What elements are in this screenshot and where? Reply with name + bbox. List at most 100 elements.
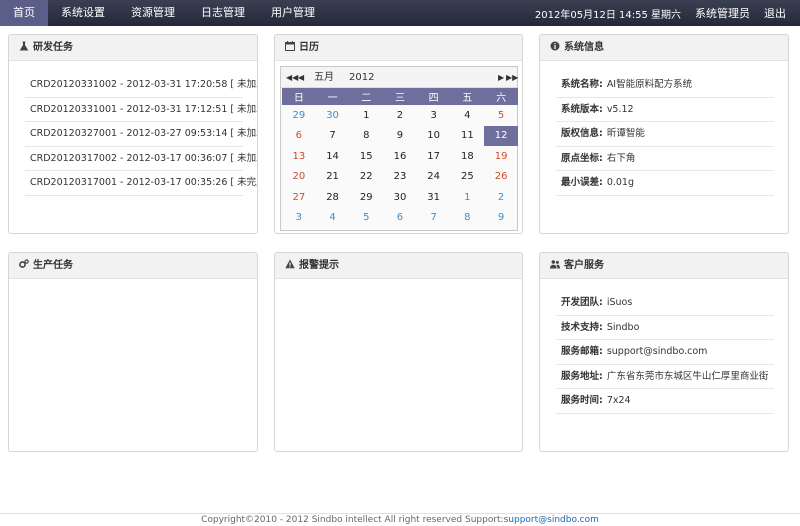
week-row: 20 21 22 23 24 25 26 [282,167,518,188]
calendar-day[interactable]: 6 [282,126,316,147]
calendar-day[interactable]: 21 [316,167,350,188]
week-row: 3456789 [282,208,518,229]
calendar-day[interactable]: 28 [316,187,350,208]
calendar-day[interactable]: 12 [484,125,518,146]
weekday-label: 三 [383,88,417,105]
info-row: 技术支持: Sindbo [556,316,774,340]
calendar-day[interactable]: 26 [484,167,518,188]
calendar-day[interactable]: 7 [417,208,451,229]
calendar-day[interactable]: 2 [383,105,417,126]
calendar-day[interactable]: 18 [451,146,485,167]
nav-item-4[interactable]: 用户管理 [258,0,328,26]
footer: Copyright©2010 - 2012 Sindbo intellect A… [0,513,800,526]
calendar-year[interactable]: 2012 [349,67,374,88]
dev-task-item[interactable]: CRD20120317001 - 2012-03-17 00:35:26 [ 未… [25,171,257,196]
calendar-day[interactable]: 6 [383,208,417,229]
nav-item-0[interactable]: 首页 [0,0,48,26]
support-email-link[interactable]: support@sindbo.com [504,515,599,525]
panel-header: 生产任务 [9,253,257,279]
info-value: 7x24 [606,395,631,406]
calendar-day[interactable]: 9 [383,126,417,147]
weekday-label: 四 [416,88,451,105]
info-label: 服务地址: [561,370,603,382]
weekday-label: 六 [484,88,518,105]
calendar-day[interactable]: 17 [417,146,451,167]
calendar-month[interactable]: 五月 [314,67,334,88]
nav-item-3[interactable]: 日志管理 [188,0,258,26]
current-datetime: 2012年05月12日 14:55 星期六 [534,9,681,21]
calendar-day[interactable]: 1 [349,105,383,126]
calendar-day[interactable]: 30 [383,187,417,208]
nav-item-2[interactable]: 资源管理 [118,0,188,26]
calendar-day[interactable]: 22 [349,167,383,188]
dev-task-item[interactable]: CRD20120331001 - 2012-03-31 17:12:51 [ 未… [25,98,257,122]
calendar-day[interactable]: 2 [484,187,518,208]
users-icon [550,260,560,269]
flask-icon [20,41,28,51]
weekday-label: 二 [349,88,384,105]
calendar-header: ◀◀ ◀ 五月 2012 ▶ ▶▶ [281,67,518,88]
panel-title: 报警提示 [299,260,339,271]
calendar-day[interactable]: 5 [484,105,518,126]
calendar-day[interactable]: 27 [282,187,316,208]
panel-title: 客户服务 [564,260,604,271]
calendar-icon [285,41,295,51]
dev-task-item[interactable]: CRD20120327001 - 2012-03-27 09:53:14 [ 未… [25,122,257,147]
calendar-widget: ◀◀ ◀ 五月 2012 ▶ ▶▶ 日一二三四五六 29 30 1 2 3 4 5 6 7 8 9 1… [280,66,518,231]
info-row: 开发团队: iSuos [556,291,774,316]
info-label: 原点坐标: [561,152,603,164]
weekday-row: 日一二三四五六 [282,88,518,105]
info-row: 系统版本: v5.12 [556,98,774,122]
calendar-day[interactable]: 1 [451,187,485,208]
calendar-day[interactable]: 3 [417,105,451,126]
calendar-day[interactable]: 30 [316,105,350,126]
main-nav: 首页 系统设置 资源管理 日志管理 用户管理 [0,0,328,26]
calendar-day[interactable]: 10 [417,126,451,147]
weekday-label: 五 [450,88,485,105]
info-label: 技术支持: [561,321,603,333]
panel-header: 报警提示 [275,253,522,279]
current-user[interactable]: 系统管理员 [695,5,750,21]
alarm-panel: 报警提示 [274,252,523,452]
calendar-day[interactable]: 24 [417,167,451,188]
calendar-day[interactable]: 11 [451,126,485,147]
calendar-day[interactable]: 4 [451,105,485,126]
weekday-label: 一 [315,88,350,105]
logout-link[interactable]: 退出 [764,5,786,21]
calendar-day[interactable]: 7 [316,126,350,147]
calendar-day[interactable]: 20 [282,167,316,188]
prev-month-button[interactable]: ◀ [298,67,304,88]
panel-header: 系统信息 [540,35,788,61]
calendar-day[interactable]: 29 [282,105,316,126]
calendar-day[interactable]: 9 [484,208,518,229]
calendar-day[interactable]: 4 [316,208,350,229]
dev-task-item[interactable]: CRD20120331002 - 2012-03-31 17:20:58 [ 未… [25,73,257,98]
info-value: iSuos [606,297,633,308]
info-value: 0.01g [606,177,634,188]
prev-year-button[interactable]: ◀◀ [286,67,298,88]
calendar-day[interactable]: 31 [417,187,451,208]
nav-item-1[interactable]: 系统设置 [48,0,118,26]
info-value: 昕谭智能 [606,128,645,139]
calendar-day[interactable]: 16 [383,146,417,167]
calendar-day[interactable]: 14 [316,146,350,167]
dev-tasks-panel: 研发任务 CRD20120331002 - 2012-03-31 17:20:5… [8,34,258,234]
system-info-list: 系统名称: AI智能原料配方系统 系统版本: v5.12 版权信息: 昕谭智能 原点坐标: 右… [556,73,774,196]
calendar-day[interactable]: 8 [349,126,383,147]
calendar-day[interactable]: 5 [349,208,383,229]
next-month-button[interactable]: ▶ [498,67,504,88]
system-info-panel: 系统信息 系统名称: AI智能原料配方系统 系统版本: v5.12 版权信息: 昕谭智能原… [539,34,789,234]
info-value: AI智能原料配方系统 [606,79,693,90]
panel-header: 日历 [275,35,522,61]
calendar-day[interactable]: 19 [484,146,518,167]
calendar-day[interactable]: 29 [349,187,383,208]
calendar-day[interactable]: 8 [451,208,485,229]
dev-task-item[interactable]: CRD20120317002 - 2012-03-17 00:36:07 [ 未… [25,147,257,171]
calendar-day[interactable]: 23 [383,167,417,188]
calendar-day[interactable]: 13 [282,146,316,167]
calendar-day[interactable]: 25 [451,167,485,188]
calendar-day[interactable]: 3 [282,208,316,229]
info-label: 系统版本: [561,103,603,115]
next-year-button[interactable]: ▶▶ [506,67,518,88]
calendar-day[interactable]: 15 [349,146,383,167]
